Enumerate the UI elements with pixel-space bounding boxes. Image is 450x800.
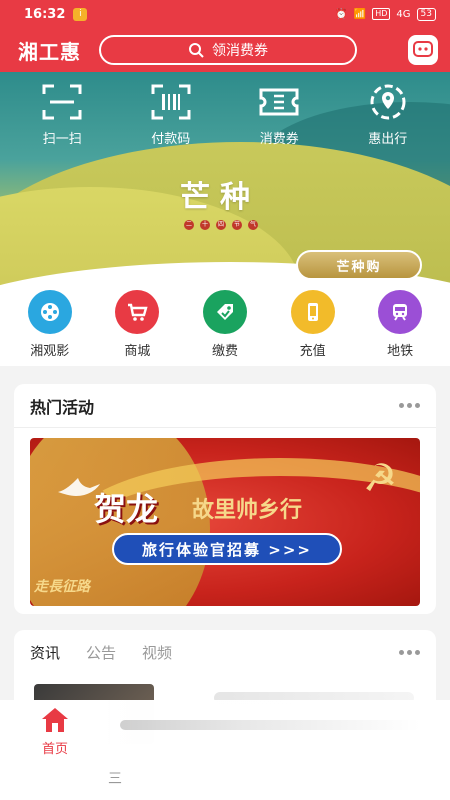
solar-term-badge: 节 <box>232 220 242 230</box>
cart-icon <box>128 303 148 321</box>
phone-icon <box>307 303 318 321</box>
search-bar[interactable]: 领消费券 <box>99 35 357 65</box>
solar-term-badges: 二 十 四 节 气 <box>184 220 258 230</box>
hot-activities-card: 热门活动 贺龙 故里帅乡行 旅行体验官招募 >>> ☭ 走長征路 <box>14 384 436 614</box>
hero-title: 芒种 <box>180 180 260 215</box>
status-icons: ⏰ 📶 HD 4G 53 <box>335 7 436 21</box>
nav-faded-label: 三 <box>108 771 122 787</box>
tab-video[interactable]: 视频 <box>142 642 172 663</box>
banner-main-text: 贺龙 <box>94 490 159 528</box>
news-tabs: 资讯 公告 视频 <box>14 630 436 674</box>
quick-action-coupon[interactable]: 消费券 <box>239 82 319 147</box>
tab-news[interactable]: 资讯 <box>30 642 60 663</box>
message-button[interactable] <box>408 35 438 65</box>
search-icon <box>189 43 204 58</box>
chat-icon <box>413 41 433 57</box>
service-label: 充值 <box>299 344 326 359</box>
home-icon <box>42 708 68 732</box>
app-logo: 湘工惠 <box>18 39 81 64</box>
more-icon[interactable] <box>399 403 420 408</box>
tab-notice[interactable]: 公告 <box>86 642 116 663</box>
service-label: 缴费 <box>211 344 238 359</box>
notification-icon: i <box>73 7 88 21</box>
service-icon-bg <box>290 290 335 334</box>
quick-action-label: 扫一扫 <box>42 132 82 147</box>
top-bar: 16:32 i ⏰ 📶 HD 4G 53 湘工惠 领消费券 <box>0 0 450 72</box>
status-time: 16:32 <box>24 6 66 22</box>
more-icon[interactable] <box>399 649 420 655</box>
service-label: 地铁 <box>387 344 414 359</box>
status-bar: 16:32 i ⏰ 📶 HD 4G 53 <box>0 0 450 28</box>
ticket-icon <box>259 88 299 116</box>
film-icon <box>40 303 59 321</box>
hero-banner[interactable]: 扫一扫 付款码 消费券 惠出行 芒种 二 十 四 节 气 芒种购 <box>0 72 450 290</box>
service-mall[interactable]: 商城 <box>102 290 172 366</box>
solar-term-badge: 二 <box>184 220 194 230</box>
barcode-icon <box>151 84 191 120</box>
banner-cta[interactable]: 旅行体验官招募 >>> <box>112 533 342 565</box>
hd-icon: HD <box>372 8 391 20</box>
banner-script-text: 走長征路 <box>34 579 90 595</box>
tag-icon <box>216 304 233 320</box>
service-grid: 湘观影 商城 缴费 充值 地铁 <box>0 290 450 366</box>
service-icon-bg <box>378 290 423 334</box>
service-payment[interactable]: 缴费 <box>190 290 260 366</box>
alarm-icon: ⏰ <box>335 8 348 20</box>
hero-buy-button[interactable]: 芒种购 <box>296 250 422 280</box>
quick-action-label: 惠出行 <box>368 132 408 147</box>
quick-action-travel[interactable]: 惠出行 <box>348 82 428 147</box>
search-placeholder: 领消费券 <box>212 43 268 59</box>
nav-home-label: 首页 <box>41 742 68 757</box>
service-movie[interactable]: 湘观影 <box>15 290 85 366</box>
location-icon <box>370 84 406 120</box>
service-label: 湘观影 <box>30 344 70 359</box>
quick-action-label: 消费券 <box>259 132 299 147</box>
service-label: 商城 <box>124 344 151 359</box>
service-icon-bg <box>202 290 247 334</box>
nav-home[interactable]: 首页 <box>30 706 80 757</box>
app-header: 湘工惠 领消费券 <box>0 28 450 72</box>
solar-term-badge: 十 <box>200 220 210 230</box>
solar-term-badge: 四 <box>216 220 226 230</box>
signal-icon: 4G <box>396 8 411 20</box>
hammer-sickle-icon: ☭ <box>362 456 398 500</box>
solar-term-badge: 气 <box>248 220 258 230</box>
metro-icon <box>393 304 408 321</box>
battery-icon: 53 <box>416 7 436 21</box>
card-header: 热门活动 <box>14 384 436 428</box>
service-metro[interactable]: 地铁 <box>365 290 435 366</box>
service-icon-bg <box>115 290 160 334</box>
quick-actions: 扫一扫 付款码 消费券 惠出行 <box>0 82 450 147</box>
quick-action-paycode[interactable]: 付款码 <box>131 82 211 147</box>
quick-action-scan[interactable]: 扫一扫 <box>22 82 102 147</box>
hot-activities-title: 热门活动 <box>30 397 95 417</box>
banner-sub-text: 故里帅乡行 <box>192 498 303 523</box>
quick-action-label: 付款码 <box>151 132 191 147</box>
activity-banner[interactable]: 贺龙 故里帅乡行 旅行体验官招募 >>> ☭ 走長征路 <box>30 438 420 606</box>
wifi-icon: 📶 <box>353 8 367 20</box>
service-recharge[interactable]: 充值 <box>278 290 348 366</box>
service-icon-bg <box>27 290 72 334</box>
scan-icon <box>42 84 82 120</box>
